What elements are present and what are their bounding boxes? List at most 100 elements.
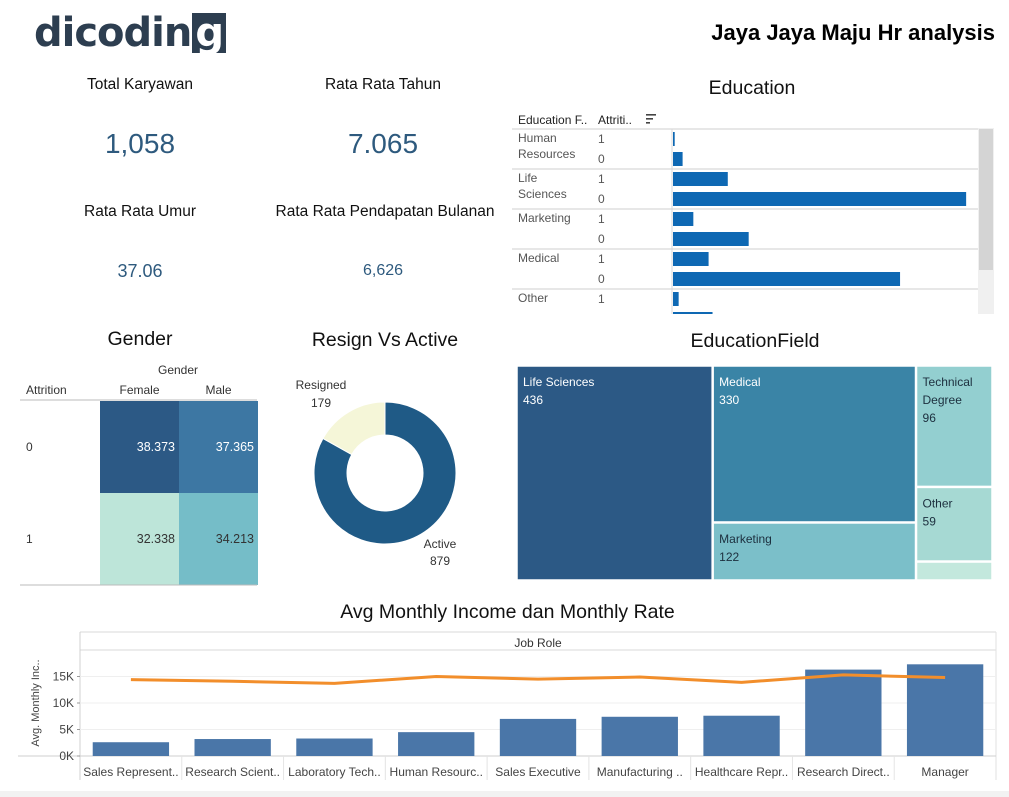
- job-role-label: Human Resourc..: [390, 765, 483, 779]
- gender-column-title: Gender: [158, 363, 198, 377]
- attrition-label: 0: [598, 152, 605, 166]
- education-bar: [673, 132, 675, 146]
- logo-text: dicodin: [34, 10, 192, 56]
- education-field-label: Resources: [518, 147, 575, 161]
- rata-rata-pendapatan-value: 6,626: [362, 262, 404, 279]
- heatmap-cell-value: 34.213: [216, 532, 254, 546]
- education-scrollbar-thumb[interactable]: [979, 129, 993, 270]
- treemap-cell: [712, 365, 917, 523]
- y-tick-label: 0K: [59, 749, 74, 763]
- income-bar: [499, 718, 577, 756]
- donut-label: Resigned: [296, 378, 347, 392]
- attrition-label: 1: [598, 252, 605, 266]
- education-bar: [673, 232, 749, 246]
- education-field-label: Sciences: [518, 187, 567, 201]
- treemap-label: Degree: [923, 393, 963, 407]
- rata-rata-tahun-label: Rata Rata Tahun: [324, 76, 442, 93]
- income-bar: [92, 742, 170, 756]
- education-bar: [673, 172, 728, 186]
- attrition-label: 1: [598, 132, 605, 146]
- education-bar: [673, 272, 901, 286]
- income-bar: [601, 716, 678, 756]
- education-bar: [673, 192, 967, 206]
- heatmap-cell-value: 38.373: [137, 440, 175, 454]
- heatmap-cell-value: 37.365: [216, 440, 254, 454]
- treemap-label: Marketing: [719, 532, 772, 546]
- education-bar: [673, 252, 709, 266]
- educationfield-title: EducationField: [690, 330, 820, 352]
- job-role-label: Laboratory Tech..: [288, 765, 381, 779]
- attrition-row-title: Attrition: [26, 383, 67, 397]
- y-tick-label: 5K: [59, 723, 74, 737]
- rata-rata-tahun-value: 7.065: [347, 128, 419, 159]
- income-bar: [805, 669, 882, 756]
- education-bar: [673, 212, 694, 226]
- educationfield-treemap: Life Sciences 436 Medical 330 Marketing 122 Te…: [516, 365, 993, 581]
- attrition-label: 1: [598, 212, 605, 226]
- y-axis-title: Avg. Monthly Inc..: [30, 659, 42, 746]
- attrition-label: 0: [598, 272, 605, 286]
- attrition-row-label: 1: [26, 532, 33, 546]
- education-field-label: Medical: [518, 251, 559, 265]
- treemap-cell: [516, 365, 713, 581]
- education-bar: [673, 292, 679, 306]
- education-field-label: Other: [518, 291, 548, 305]
- attrition-label: 1: [598, 292, 605, 306]
- treemap-value: 122: [719, 550, 739, 564]
- treemap-value: 436: [523, 393, 543, 407]
- gender-column-label: Female: [119, 383, 159, 397]
- income-bar: [296, 738, 373, 756]
- rata-rata-pendapatan-label: Rata Rata Pendapatan Bulanan: [275, 203, 495, 220]
- gender-title: Gender: [107, 328, 173, 350]
- job-role-label: Research Direct..: [797, 765, 890, 779]
- education-chart: Education F.. Attriti.. 1 0 1 0 1 0 1 0 1 0 Human R…: [512, 113, 994, 314]
- total-karyawan-label: Total Karyawan: [87, 76, 193, 93]
- job-role-label: Sales Represent..: [83, 765, 178, 779]
- gender-column-label: Male: [205, 383, 231, 397]
- income-bar: [398, 732, 475, 756]
- attrition-label: 0: [598, 232, 605, 246]
- job-role-label: Manufacturing ..: [597, 765, 683, 779]
- education-field-label: Human: [518, 131, 557, 145]
- education-field-label: Marketing: [518, 211, 571, 225]
- attrition-label: 1: [598, 172, 605, 186]
- resign-vs-active-title: Resign Vs Active: [311, 329, 459, 351]
- attrition-label: 0: [598, 192, 605, 206]
- y-tick-label: 15K: [53, 670, 74, 684]
- treemap-value: 59: [923, 514, 937, 528]
- treemap-value: 330: [719, 393, 739, 407]
- income-bar: [703, 715, 780, 756]
- treemap-label: Other: [923, 496, 953, 510]
- y-tick-label: 10K: [53, 696, 74, 710]
- job-role-label: Research Scient..: [185, 765, 280, 779]
- logo-g-block: g: [192, 13, 226, 53]
- rata-rata-umur-value: 37.06: [117, 261, 163, 281]
- attrition-row-label: 0: [26, 440, 33, 454]
- treemap-value: 96: [923, 411, 937, 425]
- rata-rata-umur-label: Rata Rata Umur: [84, 203, 196, 220]
- sort-icon[interactable]: [646, 114, 656, 124]
- income-title: Avg Monthly Income dan Monthly Rate: [340, 601, 675, 623]
- treemap-label: Life Sciences: [523, 375, 594, 389]
- treemap-label: Technical: [923, 375, 973, 389]
- resign-vs-active-donut: Active 879 Resigned 179: [296, 378, 457, 568]
- attrition-label: 0: [598, 312, 605, 314]
- education-field-header[interactable]: Education F..: [518, 113, 587, 127]
- education-bar: [673, 152, 683, 166]
- treemap-cell: [915, 561, 993, 581]
- education-bar: [673, 312, 713, 314]
- gender-heatmap: Gender Attrition Female Male 0 38.373 37.365…: [20, 363, 258, 586]
- job-role-axis-title: Job Role: [514, 636, 562, 650]
- dicoding-logo: dicodin g: [34, 10, 226, 56]
- donut-value: 179: [311, 396, 331, 410]
- education-field-label: Life: [518, 171, 538, 185]
- dashboard-title: Jaya Jaya Maju Hr analysis: [711, 20, 995, 45]
- job-role-label: Sales Executive: [495, 765, 581, 779]
- attrition-header[interactable]: Attriti..: [598, 113, 632, 127]
- total-karyawan-value: 1,058: [104, 128, 176, 159]
- donut-value: 879: [430, 554, 450, 568]
- treemap-label: Medical: [719, 375, 760, 389]
- bottom-scroll-strip: [0, 791, 1009, 797]
- income-chart: Job Role 0K 5K 10K 15K Avg. Monthly Inc.. Sale…: [18, 631, 997, 780]
- education-title: Education: [708, 77, 796, 99]
